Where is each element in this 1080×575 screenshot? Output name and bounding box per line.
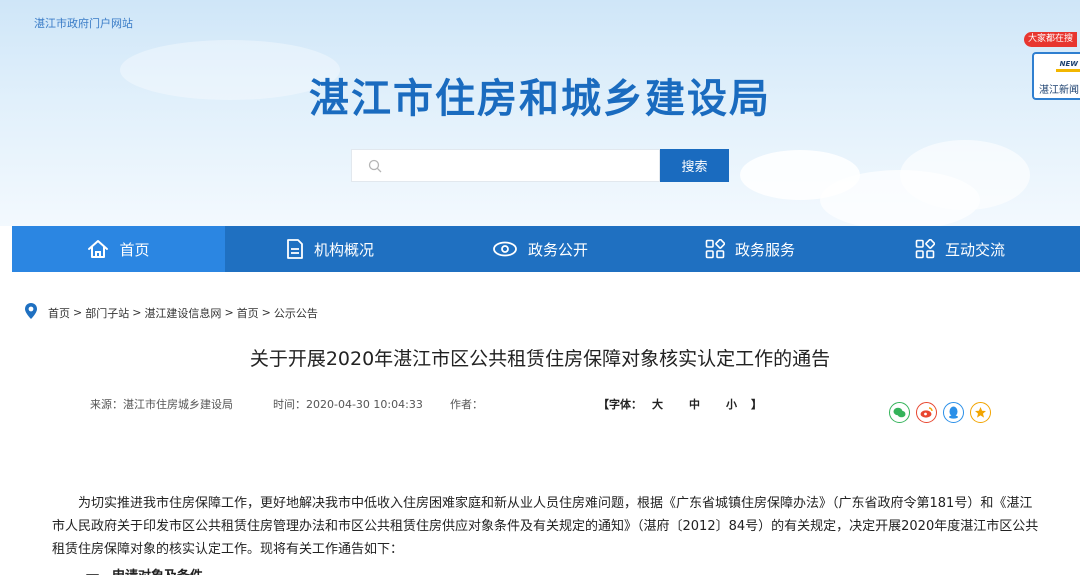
breadcrumb: 首页 > 部门子站 > 湛江建设信息网 > 首页 > 公示公告 [24,302,318,323]
nav-item-services[interactable]: 政务服务 [645,226,855,272]
article-body: 为切实推进我市住房保障工作，更好地解决我市中低收入住房困难家庭和新从业人员住房难… [52,492,1042,561]
breadcrumb-item[interactable]: 湛江建设信息网 [144,305,221,321]
home-icon [87,239,109,259]
nav-item-home[interactable]: 首页 [12,226,225,272]
nav-item-public-affairs[interactable]: 政务公开 [435,226,645,272]
font-size-control: 【字体： 大 中 小 】 [598,396,762,412]
font-size-medium[interactable]: 中 [689,396,700,412]
article-time: 时间：2020-04-30 10:04:33 [273,398,423,411]
qq-icon[interactable] [943,402,964,423]
font-size-small[interactable]: 小 [726,396,737,412]
document-icon [286,238,304,260]
portal-link[interactable]: 湛江市政府门户网站 [34,15,133,31]
weibo-icon[interactable] [916,402,937,423]
breadcrumb-separator: > [132,306,142,319]
wechat-icon[interactable] [889,402,910,423]
article-author: 作者： [450,398,483,411]
font-size-label: 【字体： [598,398,642,411]
breadcrumb-item[interactable]: 首页 [48,305,70,321]
breadcrumb-separator: > [224,306,234,319]
font-size-large[interactable]: 大 [652,396,663,412]
nav-item-label: 政务服务 [734,240,795,259]
search-input[interactable] [390,150,659,181]
nav-item-label: 首页 [119,240,150,259]
nav-item-label: 互动交流 [944,240,1005,259]
nav-item-organization[interactable]: 机构概况 [225,226,435,272]
breadcrumb-separator: > [73,306,83,319]
nav-item-label: 政务公开 [527,240,588,259]
search-box [351,149,660,182]
nav-item-label: 机构概况 [313,240,374,259]
qzone-icon[interactable] [970,402,991,423]
header-banner: 湛江市政府门户网站 湛江市住房和城乡建设局 搜索 大家都在搜 NEW 湛江新闻 [0,0,1080,226]
section-heading: 一、申请对象及条件 [86,565,203,575]
cloud-decoration [900,140,1030,210]
breadcrumb-item[interactable]: 部门子站 [85,305,129,321]
grid-icon [705,239,725,259]
article-source: 来源：湛江市住房城乡建设局 [90,398,233,411]
main-nav: 首页 机构概况 政务公开 政务服务 互动交流 [12,226,1080,272]
news-widget[interactable]: NEW 湛江新闻 [1032,52,1080,100]
location-pin-icon [24,302,38,323]
hot-search-badge[interactable]: 大家都在搜 [1024,32,1078,47]
breadcrumb-separator: > [261,306,271,319]
breadcrumb-item[interactable]: 首页 [237,305,259,321]
article-title: 关于开展2020年湛江市区公共租赁住房保障对象核实认定工作的通告 [249,348,831,370]
font-size-close: 】 [751,398,762,411]
search-icon [360,150,390,181]
grid-icon [915,239,935,259]
breadcrumb-item[interactable]: 公示公告 [274,305,318,321]
search-button[interactable]: 搜索 [660,149,729,182]
article-paragraph: 为切实推进我市住房保障工作，更好地解决我市中低收入住房困难家庭和新从业人员住房难… [52,496,1039,557]
news-widget-label: 湛江新闻 [1039,85,1079,96]
new-tag: NEW [1059,60,1078,68]
share-bar [889,402,991,423]
site-title: 湛江市住房和城乡建设局 [309,76,771,122]
nav-item-interaction[interactable]: 互动交流 [855,226,1065,272]
eye-icon [492,241,518,257]
widget-accent-bar [1056,69,1080,72]
